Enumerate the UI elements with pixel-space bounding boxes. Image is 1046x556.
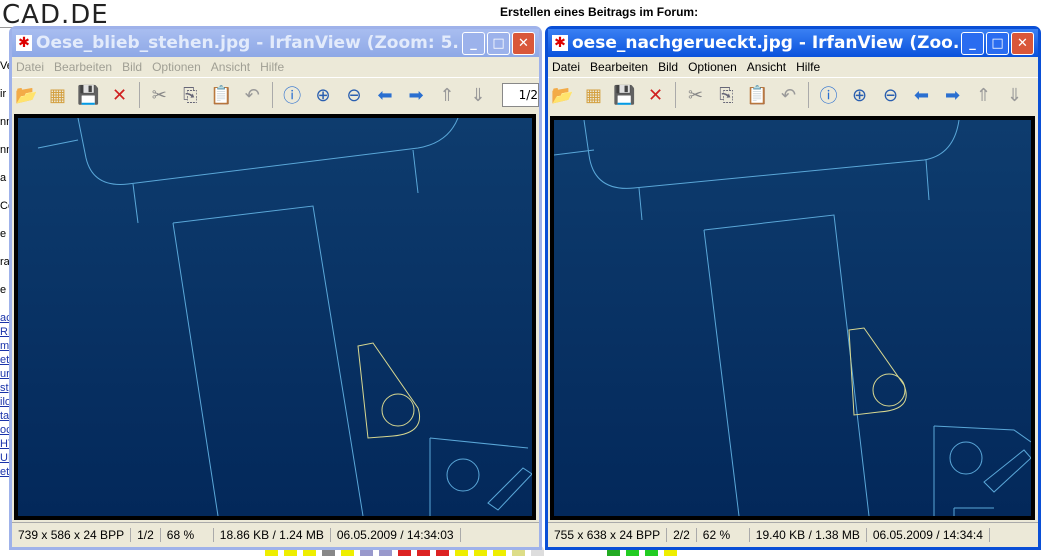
previous-icon[interactable]: ⬅ xyxy=(374,84,397,107)
menu-ansicht[interactable]: Ansicht xyxy=(211,60,250,74)
zoom-out-icon[interactable]: ⊖ xyxy=(879,84,902,107)
maximize-button[interactable]: □ xyxy=(487,31,510,55)
slideshow-icon[interactable]: ▦ xyxy=(46,84,69,107)
status-page: 2/2 xyxy=(667,528,697,542)
status-datetime: 06.05.2009 / 14:34:03 xyxy=(331,528,461,542)
delete-icon[interactable]: ✕ xyxy=(108,84,131,107)
minimize-button[interactable]: _ xyxy=(462,31,485,55)
menu-hilfe[interactable]: Hilfe xyxy=(796,60,820,74)
page-down-icon[interactable]: ⇓ xyxy=(1003,84,1026,107)
irfanview-window-right[interactable]: ✱ oese_nachgerueckt.jpg - IrfanView (Zoo… xyxy=(545,26,1041,550)
zoom-out-icon[interactable]: ⊖ xyxy=(343,84,366,107)
cad-image-right xyxy=(554,120,1031,516)
toolbar-separator xyxy=(808,82,809,108)
image-canvas[interactable] xyxy=(14,114,536,520)
title-bar[interactable]: ✱ oese_nachgerueckt.jpg - IrfanView (Zoo… xyxy=(548,29,1038,57)
page-heading: Erstellen eines Beitrags im Forum: xyxy=(500,5,699,19)
open-folder-icon[interactable]: 📂 xyxy=(15,84,38,107)
next-icon[interactable]: ➡ xyxy=(941,84,964,107)
cut-icon[interactable]: ✂ xyxy=(148,84,171,107)
menu-optionen[interactable]: Optionen xyxy=(688,60,737,74)
menu-optionen[interactable]: Optionen xyxy=(152,60,201,74)
menu-bearbeiten[interactable]: Bearbeiten xyxy=(54,60,112,74)
menu-hilfe[interactable]: Hilfe xyxy=(260,60,284,74)
menu-bar: Datei Bearbeiten Bild Optionen Ansicht H… xyxy=(12,57,539,77)
menu-bild[interactable]: Bild xyxy=(658,60,678,74)
cad-image-left xyxy=(18,118,532,516)
close-button[interactable]: ✕ xyxy=(512,31,535,55)
window-title: oese_nachgerueckt.jpg - IrfanView (Zoo..… xyxy=(572,33,959,53)
menu-bar: Datei Bearbeiten Bild Optionen Ansicht H… xyxy=(548,57,1038,77)
page-up-icon[interactable]: ⇑ xyxy=(436,84,459,107)
status-dimensions: 739 x 586 x 24 BPP xyxy=(12,528,132,542)
undo-icon[interactable]: ↶ xyxy=(241,84,264,107)
menu-ansicht[interactable]: Ansicht xyxy=(747,60,786,74)
cut-icon[interactable]: ✂ xyxy=(684,84,707,107)
title-bar[interactable]: ✱ Oese_blieb_stehen.jpg - IrfanView (Zoo… xyxy=(12,29,539,57)
status-dimensions: 755 x 638 x 24 BPP xyxy=(548,528,668,542)
toolbar-separator xyxy=(271,82,273,108)
info-icon[interactable]: ⓘ xyxy=(817,84,840,107)
page-up-icon[interactable]: ⇑ xyxy=(972,84,995,107)
status-page: 1/2 xyxy=(131,528,161,542)
toolbar-separator xyxy=(675,82,676,108)
image-canvas[interactable] xyxy=(550,116,1035,520)
irfanview-app-icon: ✱ xyxy=(16,35,32,51)
toolbar: 📂 ▦ 💾 ✕ ✂ ⎘ 📋 ↶ ⓘ ⊕ ⊖ ⬅ ➡ ⇑ ⇓ 1/2 xyxy=(12,77,539,112)
status-zoom: 62 % xyxy=(697,528,750,542)
close-button[interactable]: ✕ xyxy=(1011,31,1034,55)
toolbar: 📂 ▦ 💾 ✕ ✂ ⎘ 📋 ↶ ⓘ ⊕ ⊖ ⬅ ➡ ⇑ ⇓ xyxy=(548,77,1038,112)
undo-icon[interactable]: ↶ xyxy=(777,84,800,107)
delete-icon[interactable]: ✕ xyxy=(644,84,667,107)
zoom-in-icon[interactable]: ⊕ xyxy=(848,84,871,107)
paste-icon[interactable]: 📋 xyxy=(210,84,233,107)
menu-bearbeiten[interactable]: Bearbeiten xyxy=(590,60,648,74)
previous-icon[interactable]: ⬅ xyxy=(910,84,933,107)
slideshow-icon[interactable]: ▦ xyxy=(582,84,605,107)
next-icon[interactable]: ➡ xyxy=(405,84,428,107)
maximize-button[interactable]: □ xyxy=(986,31,1009,55)
status-filesize: 18.86 KB / 1.24 MB xyxy=(214,528,331,542)
copy-icon[interactable]: ⎘ xyxy=(715,84,738,107)
save-icon[interactable]: 💾 xyxy=(77,84,100,107)
paste-icon[interactable]: 📋 xyxy=(746,84,769,107)
menu-datei[interactable]: Datei xyxy=(552,60,580,74)
irfanview-app-icon: ✱ xyxy=(552,35,568,51)
status-bar: 739 x 586 x 24 BPP 1/2 68 % 18.86 KB / 1… xyxy=(12,522,539,547)
zoom-in-icon[interactable]: ⊕ xyxy=(312,84,335,107)
page-number-box[interactable]: 1/2 xyxy=(501,83,539,107)
toolbar-separator xyxy=(139,82,140,108)
window-title: Oese_blieb_stehen.jpg - IrfanView (Zoom:… xyxy=(36,33,460,53)
page-down-icon[interactable]: ⇓ xyxy=(467,84,490,107)
irfanview-window-left[interactable]: ✱ Oese_blieb_stehen.jpg - IrfanView (Zoo… xyxy=(9,26,542,550)
menu-bild[interactable]: Bild xyxy=(122,60,142,74)
status-filesize: 19.40 KB / 1.38 MB xyxy=(750,528,867,542)
info-icon[interactable]: ⓘ xyxy=(281,84,304,107)
menu-datei[interactable]: Datei xyxy=(16,60,44,74)
status-bar: 755 x 638 x 24 BPP 2/2 62 % 19.40 KB / 1… xyxy=(548,522,1038,547)
copy-icon[interactable]: ⎘ xyxy=(179,84,202,107)
minimize-button[interactable]: _ xyxy=(961,31,984,55)
open-folder-icon[interactable]: 📂 xyxy=(551,84,574,107)
status-zoom: 68 % xyxy=(161,528,214,542)
save-icon[interactable]: 💾 xyxy=(613,84,636,107)
status-datetime: 06.05.2009 / 14:34:4 xyxy=(867,528,990,542)
